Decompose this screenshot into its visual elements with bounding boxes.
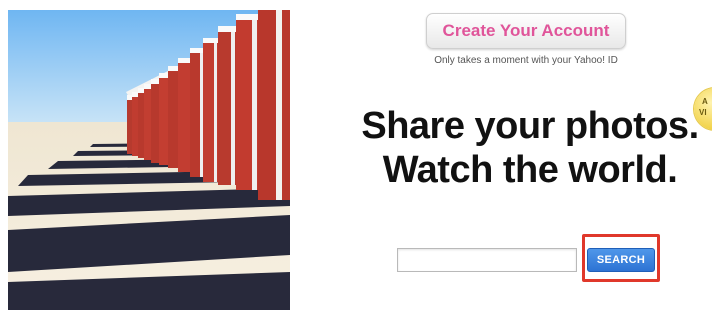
search-input[interactable] [397,248,577,272]
create-account-subtext: Only takes a moment with your Yahoo! ID [434,55,618,66]
headline-line-2: Watch the world. [382,149,678,191]
flickr-home: Create Your Account Only takes a moment … [0,0,712,320]
create-account-button[interactable]: Create Your Account [426,13,626,49]
hero-headline: Share your photos. Watch the world. [330,104,712,192]
beach-huts-image [8,10,290,310]
headline-line-1: Share your photos. [361,105,699,147]
hero-photo [8,10,290,310]
search-button[interactable]: SEARCH [587,248,655,272]
